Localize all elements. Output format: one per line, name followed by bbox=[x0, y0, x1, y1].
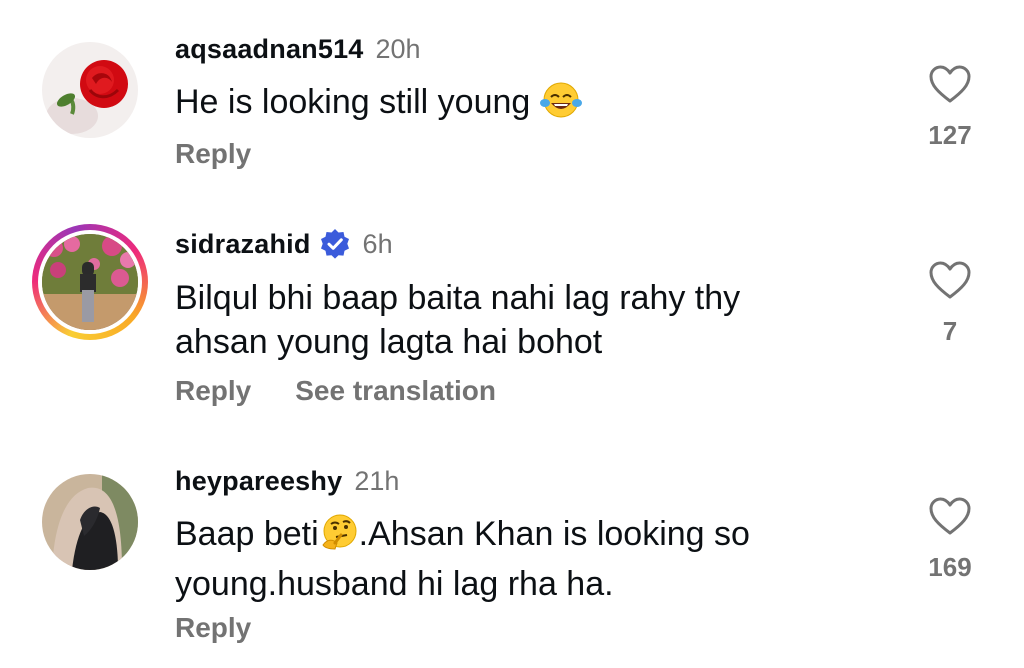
face-with-tears-of-joy-icon bbox=[539, 81, 582, 130]
comment-text: He is looking still young bbox=[175, 80, 582, 130]
heart-icon[interactable] bbox=[928, 496, 972, 536]
comment-text-line: Baap beti .Ahsan Khan is looking so bbox=[175, 512, 750, 562]
comment-text: Bilqul bhi baap baita nahi lag rahy thy … bbox=[175, 276, 740, 364]
avatar bbox=[42, 234, 138, 330]
comment-text-segment: Baap beti bbox=[175, 515, 319, 553]
heart-icon[interactable] bbox=[928, 64, 972, 104]
comment-username[interactable]: sidrazahid bbox=[175, 229, 311, 260]
comment-text: Baap beti .Ahsan Khan is looking so youn… bbox=[175, 512, 750, 606]
story-ring[interactable] bbox=[32, 224, 148, 340]
comment-text-line: He is looking still young bbox=[175, 83, 531, 121]
heart-icon[interactable] bbox=[928, 260, 972, 300]
verified-badge-icon bbox=[320, 229, 349, 259]
rose-avatar-image bbox=[42, 42, 138, 138]
flower-wall-avatar-image bbox=[42, 234, 138, 330]
comment-text-segment: .Ahsan Khan is looking so bbox=[358, 515, 750, 553]
comment-text-line: ahsan young lagta hai bohot bbox=[175, 323, 603, 361]
comment-timestamp: 21h bbox=[354, 466, 400, 496]
avatar[interactable] bbox=[42, 474, 138, 570]
reply-button[interactable]: Reply bbox=[175, 138, 251, 170]
avatar[interactable] bbox=[42, 42, 138, 138]
like-count: 127 bbox=[928, 120, 972, 150]
thinking-face-icon bbox=[319, 513, 359, 562]
reply-button[interactable]: Reply bbox=[175, 612, 251, 644]
comment-item: aqsaadnan514 20h He is looking still you… bbox=[0, 0, 1024, 200]
comment-timestamp: 6h bbox=[362, 228, 393, 259]
reply-button[interactable]: Reply bbox=[175, 375, 251, 407]
comment-item: heypareeshy 21h Baap beti .Ahsan Khan is… bbox=[0, 440, 1024, 668]
comment-text-line: Bilqul bhi baap baita nahi lag rahy thy bbox=[175, 279, 741, 317]
comment-timestamp: 20h bbox=[375, 34, 421, 64]
like-count: 7 bbox=[942, 316, 958, 346]
comment-username[interactable]: aqsaadnan514 bbox=[175, 34, 364, 65]
see-translation-button[interactable]: See translation bbox=[295, 375, 496, 407]
comment-username[interactable]: heypareeshy bbox=[175, 466, 342, 497]
hijab-avatar-image bbox=[42, 474, 138, 570]
comment-text-line: young.husband hi lag rha ha. bbox=[175, 565, 614, 603]
like-count: 169 bbox=[928, 552, 972, 582]
comment-item: sidrazahid 6h Bilqul bhi baap baita nahi… bbox=[0, 200, 1024, 440]
